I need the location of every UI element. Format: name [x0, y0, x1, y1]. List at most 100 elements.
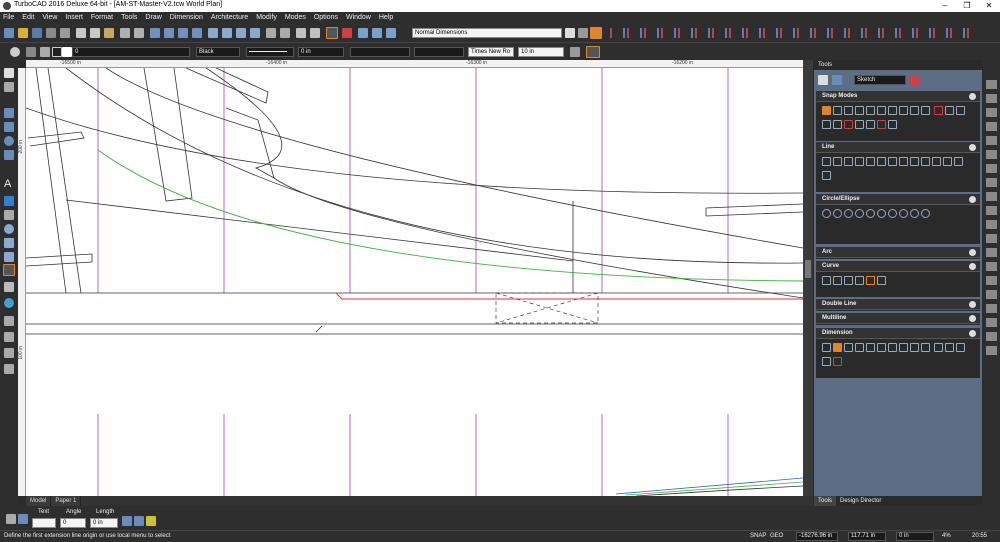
- menu-modify[interactable]: Modify: [252, 12, 281, 24]
- lock-icon[interactable]: [40, 47, 50, 57]
- geo-indicator[interactable]: GEO: [770, 533, 783, 539]
- window-tool-icon[interactable]: [4, 348, 14, 358]
- open-file-icon[interactable]: [18, 28, 28, 38]
- undo-icon[interactable]: [120, 28, 130, 38]
- dimension-option-icon[interactable]: [146, 516, 156, 526]
- print-icon[interactable]: [46, 28, 56, 38]
- layers-icon[interactable]: [222, 28, 232, 38]
- grid-tool-icon[interactable]: [4, 364, 14, 374]
- cursor-icon[interactable]: [578, 28, 588, 38]
- pattern-select[interactable]: [350, 47, 410, 57]
- close-icon[interactable]: ✕: [978, 0, 1000, 12]
- blocks-icon[interactable]: [280, 28, 290, 38]
- layer-icon[interactable]: [26, 47, 36, 57]
- menu-edit[interactable]: Edit: [18, 12, 38, 24]
- vertical-scrollbar[interactable]: [803, 60, 813, 496]
- copy-icon[interactable]: [90, 28, 100, 38]
- menu-dimension[interactable]: Dimension: [166, 12, 207, 24]
- cut-icon[interactable]: [76, 28, 86, 38]
- curve-tool-icons[interactable]: [816, 272, 980, 290]
- selection-info-icon[interactable]: [250, 28, 260, 38]
- circle-tool-icons[interactable]: [816, 205, 980, 223]
- edit-node-icon[interactable]: [4, 82, 14, 92]
- angle-field[interactable]: 0: [60, 518, 86, 528]
- finish-tool-icon[interactable]: [18, 514, 28, 524]
- architecture-tool-icon[interactable]: [4, 332, 14, 342]
- arc-tool-icon[interactable]: [4, 150, 14, 160]
- maximize-icon[interactable]: ❐: [956, 0, 978, 12]
- palette-mode-select[interactable]: Sketch: [854, 75, 906, 85]
- workplane-icon[interactable]: [358, 28, 368, 38]
- line-style-select[interactable]: [246, 47, 294, 57]
- menu-insert[interactable]: Insert: [61, 12, 87, 24]
- palette-snap-icon[interactable]: [832, 75, 842, 85]
- polyline-tool-icon[interactable]: [4, 122, 14, 132]
- close-tool-icon[interactable]: [6, 514, 16, 524]
- redo-icon[interactable]: [134, 28, 144, 38]
- horizontal-scrollbar[interactable]: [26, 496, 813, 506]
- font-size-field[interactable]: 10 in: [518, 47, 564, 57]
- section-header[interactable]: Dimension: [816, 328, 980, 339]
- tab-design-director[interactable]: Design Director: [836, 496, 885, 506]
- length-field[interactable]: 0 in: [90, 518, 118, 528]
- insert-table-icon[interactable]: [4, 316, 14, 326]
- dropdown-arrow-icon[interactable]: [565, 28, 575, 38]
- snap-mode-icons[interactable]: [816, 102, 980, 134]
- line-tool-icons[interactable]: [816, 153, 980, 185]
- section-header[interactable]: Multiline: [816, 313, 980, 324]
- text-brush-icon[interactable]: [570, 47, 580, 57]
- section-header[interactable]: Line: [816, 142, 980, 153]
- section-header[interactable]: Circle/Ellipse: [816, 194, 980, 205]
- section-header[interactable]: Curve: [816, 261, 980, 272]
- properties-icon[interactable]: [266, 28, 276, 38]
- text-field[interactable]: [32, 518, 56, 528]
- modify-tools-strip[interactable]: [610, 28, 980, 38]
- menu-format[interactable]: Format: [87, 12, 117, 24]
- snap-indicator[interactable]: SNAP: [750, 533, 766, 539]
- section-header[interactable]: Arc: [816, 247, 980, 258]
- zoom-window-icon[interactable]: [178, 28, 188, 38]
- menu-view[interactable]: View: [38, 12, 61, 24]
- select-icon[interactable]: [4, 68, 14, 78]
- menu-window[interactable]: Window: [342, 12, 375, 24]
- drawing-canvas[interactable]: [25, 67, 804, 497]
- hatch-select[interactable]: [414, 47, 464, 57]
- tab-model[interactable]: Model: [26, 496, 52, 506]
- minimize-icon[interactable]: –: [934, 0, 956, 12]
- save-icon[interactable]: [32, 28, 42, 38]
- camera-icon[interactable]: [386, 28, 396, 38]
- dimension-properties-icon[interactable]: [590, 27, 602, 39]
- layer-select[interactable]: 0: [72, 47, 190, 57]
- cone-tool-icon[interactable]: [4, 238, 14, 248]
- paste-icon[interactable]: [104, 28, 114, 38]
- line-width-field[interactable]: 0 in: [298, 47, 344, 57]
- font-select[interactable]: Times New Ro: [468, 47, 514, 57]
- zoom-extents-icon[interactable]: [192, 28, 202, 38]
- menu-tools[interactable]: Tools: [117, 12, 141, 24]
- menu-draw[interactable]: Draw: [141, 12, 165, 24]
- right-toolbar-icons[interactable]: [986, 80, 997, 360]
- menu-options[interactable]: Options: [310, 12, 342, 24]
- eraser-tool-icon[interactable]: [4, 282, 14, 292]
- design-director-icon[interactable]: [236, 28, 246, 38]
- pen-icon[interactable]: [342, 28, 352, 38]
- dimension-option-icon[interactable]: [134, 516, 144, 526]
- snap-gear-icon[interactable]: [4, 298, 14, 308]
- block-tool-icon[interactable]: [4, 210, 14, 220]
- view-icon[interactable]: [372, 28, 382, 38]
- dimension-tool-icons[interactable]: [816, 339, 980, 371]
- text-tool-icon[interactable]: A: [4, 178, 11, 190]
- menu-architecture[interactable]: Architecture: [207, 12, 252, 24]
- menu-help[interactable]: Help: [375, 12, 397, 24]
- menu-modes[interactable]: Modes: [281, 12, 310, 24]
- hatch-tool-icon[interactable]: [4, 196, 14, 206]
- section-header[interactable]: Snap Modes: [816, 91, 980, 102]
- dimension-style-select[interactable]: Normal Dimensions: [412, 28, 562, 38]
- dimension-active-icon[interactable]: [326, 27, 338, 39]
- shape-tool-icon[interactable]: [4, 252, 14, 262]
- dimension-tool-icon[interactable]: [3, 264, 15, 276]
- palette-color-icon[interactable]: [910, 75, 920, 85]
- palette-arrow-icon[interactable]: [818, 75, 828, 85]
- measure-icon[interactable]: [296, 28, 306, 38]
- print-preview-icon[interactable]: [60, 28, 70, 38]
